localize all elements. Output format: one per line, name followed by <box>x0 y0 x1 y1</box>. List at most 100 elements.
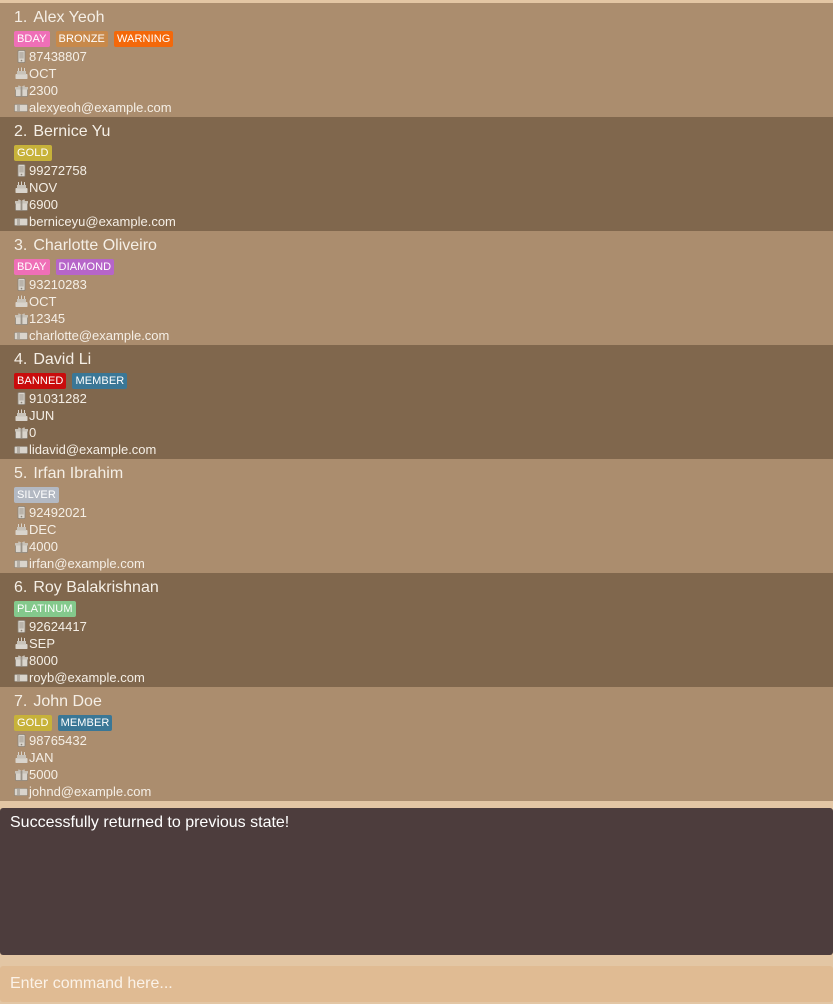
person-phone: 99272758 <box>29 163 87 178</box>
person-points-row: 5000 <box>14 766 819 783</box>
person-birthday-row: SEP <box>14 635 819 652</box>
tag-gold: GOLD <box>14 715 52 731</box>
person-points-row: 4000 <box>14 538 819 555</box>
email-icon <box>14 671 29 684</box>
app-window: 1. Alex Yeoh BDAY BRONZE WARNING 87438807 OCT 2… <box>0 0 833 1004</box>
person-birthday: OCT <box>29 294 57 309</box>
person-name: Charlotte Oliveiro <box>33 237 157 254</box>
birthday-cake-icon <box>14 637 29 650</box>
person-birthday: DEC <box>29 522 57 537</box>
person-tags: SILVER <box>14 486 819 504</box>
result-display: Successfully returned to previous state! <box>0 808 833 955</box>
phone-icon <box>14 392 29 405</box>
person-phone-row: 91031282 <box>14 390 819 407</box>
person-phone: 87438807 <box>29 49 87 64</box>
person-email: alexyeoh@example.com <box>29 100 172 115</box>
person-name-line: 6. Roy Balakrishnan <box>14 577 819 599</box>
person-phone-row: 87438807 <box>14 48 819 65</box>
person-name-line: 2. Bernice Yu <box>14 121 819 143</box>
person-name-line: 7. John Doe <box>14 691 819 713</box>
person-index: 1. <box>14 9 28 26</box>
command-input[interactable] <box>0 966 833 1002</box>
result-message: Successfully returned to previous state! <box>10 814 290 831</box>
person-phone-row: 92624417 <box>14 618 819 635</box>
person-points: 12345 <box>29 311 66 326</box>
command-box[interactable] <box>0 966 833 1002</box>
person-email: charlotte@example.com <box>29 328 170 343</box>
person-index: 6. <box>14 579 28 596</box>
person-index: 4. <box>14 351 28 368</box>
birthday-cake-icon <box>14 409 29 422</box>
email-icon <box>14 785 29 798</box>
person-birthday-row: OCT <box>14 293 819 310</box>
person-phone-row: 93210283 <box>14 276 819 293</box>
person-email: berniceyu@example.com <box>29 214 176 229</box>
person-email: irfan@example.com <box>29 556 145 571</box>
phone-icon <box>14 278 29 291</box>
person-points: 0 <box>29 425 37 440</box>
email-icon <box>14 443 29 456</box>
tag-warning: WARNING <box>113 31 174 47</box>
phone-icon <box>14 734 29 747</box>
person-card[interactable]: 6. Roy Balakrishnan PLATINUM 92624417 SEP 800… <box>0 573 833 687</box>
birthday-cake-icon <box>14 295 29 308</box>
person-email: royb@example.com <box>29 670 145 685</box>
person-card[interactable]: 3. Charlotte Oliveiro BDAY DIAMOND 93210283 O… <box>0 231 833 345</box>
person-tags: BDAY BRONZE WARNING <box>14 30 819 48</box>
person-tags: GOLD MEMBER <box>14 714 819 732</box>
person-phone: 93210283 <box>29 277 87 292</box>
email-icon <box>14 557 29 570</box>
person-list[interactable]: 1. Alex Yeoh BDAY BRONZE WARNING 87438807 OCT 2… <box>0 3 833 801</box>
gift-points-icon <box>14 198 29 211</box>
person-email: lidavid@example.com <box>29 442 157 457</box>
person-card[interactable]: 4. David Li BANNED MEMBER 91031282 JUN 0 lidavi… <box>0 345 833 459</box>
gift-points-icon <box>14 426 29 439</box>
person-email-row: royb@example.com <box>14 669 819 686</box>
person-name: Irfan Ibrahim <box>33 465 124 482</box>
person-birthday-row: OCT <box>14 65 819 82</box>
person-birthday: NOV <box>29 180 58 195</box>
person-phone: 91031282 <box>29 391 87 406</box>
phone-icon <box>14 506 29 519</box>
tag-bronze: BRONZE <box>55 31 108 47</box>
person-birthday: SEP <box>29 636 56 651</box>
person-phone: 92492021 <box>29 505 87 520</box>
person-name-line: 5. Irfan Ibrahim <box>14 463 819 485</box>
person-index: 2. <box>14 123 28 140</box>
person-phone: 92624417 <box>29 619 87 634</box>
phone-icon <box>14 620 29 633</box>
person-points-row: 12345 <box>14 310 819 327</box>
tag-diamond: DIAMOND <box>55 259 115 275</box>
tag-member: MEMBER <box>72 373 128 389</box>
person-index: 3. <box>14 237 28 254</box>
person-name-line: 3. Charlotte Oliveiro <box>14 235 819 257</box>
person-index: 7. <box>14 693 28 710</box>
birthday-cake-icon <box>14 751 29 764</box>
tag-member: MEMBER <box>57 715 113 731</box>
person-email-row: johnd@example.com <box>14 783 819 800</box>
tag-platinum: PLATINUM <box>14 601 76 617</box>
person-points: 2300 <box>29 83 58 98</box>
person-tags: PLATINUM <box>14 600 819 618</box>
person-email-row: berniceyu@example.com <box>14 213 819 230</box>
gift-points-icon <box>14 84 29 97</box>
birthday-cake-icon <box>14 523 29 536</box>
person-points-row: 8000 <box>14 652 819 669</box>
tag-gold: GOLD <box>14 145 52 161</box>
person-card[interactable]: 1. Alex Yeoh BDAY BRONZE WARNING 87438807 OCT 2… <box>0 3 833 117</box>
person-email-row: lidavid@example.com <box>14 441 819 458</box>
person-card[interactable]: 7. John Doe GOLD MEMBER 98765432 JAN 5000 johnd… <box>0 687 833 801</box>
person-points: 8000 <box>29 653 58 668</box>
person-points-row: 0 <box>14 424 819 441</box>
person-card[interactable]: 5. Irfan Ibrahim SILVER 92492021 DEC 4000 irfa… <box>0 459 833 573</box>
person-name: Alex Yeoh <box>33 9 105 26</box>
phone-icon <box>14 164 29 177</box>
email-icon <box>14 101 29 114</box>
person-index: 5. <box>14 465 28 482</box>
person-birthday: JUN <box>29 408 55 423</box>
person-tags: BANNED MEMBER <box>14 372 819 390</box>
person-tags: BDAY DIAMOND <box>14 258 819 276</box>
person-card[interactable]: 2. Bernice Yu GOLD 99272758 NOV 6900 berniceyu… <box>0 117 833 231</box>
tag-banned: BANNED <box>14 373 67 389</box>
person-birthday-row: JUN <box>14 407 819 424</box>
